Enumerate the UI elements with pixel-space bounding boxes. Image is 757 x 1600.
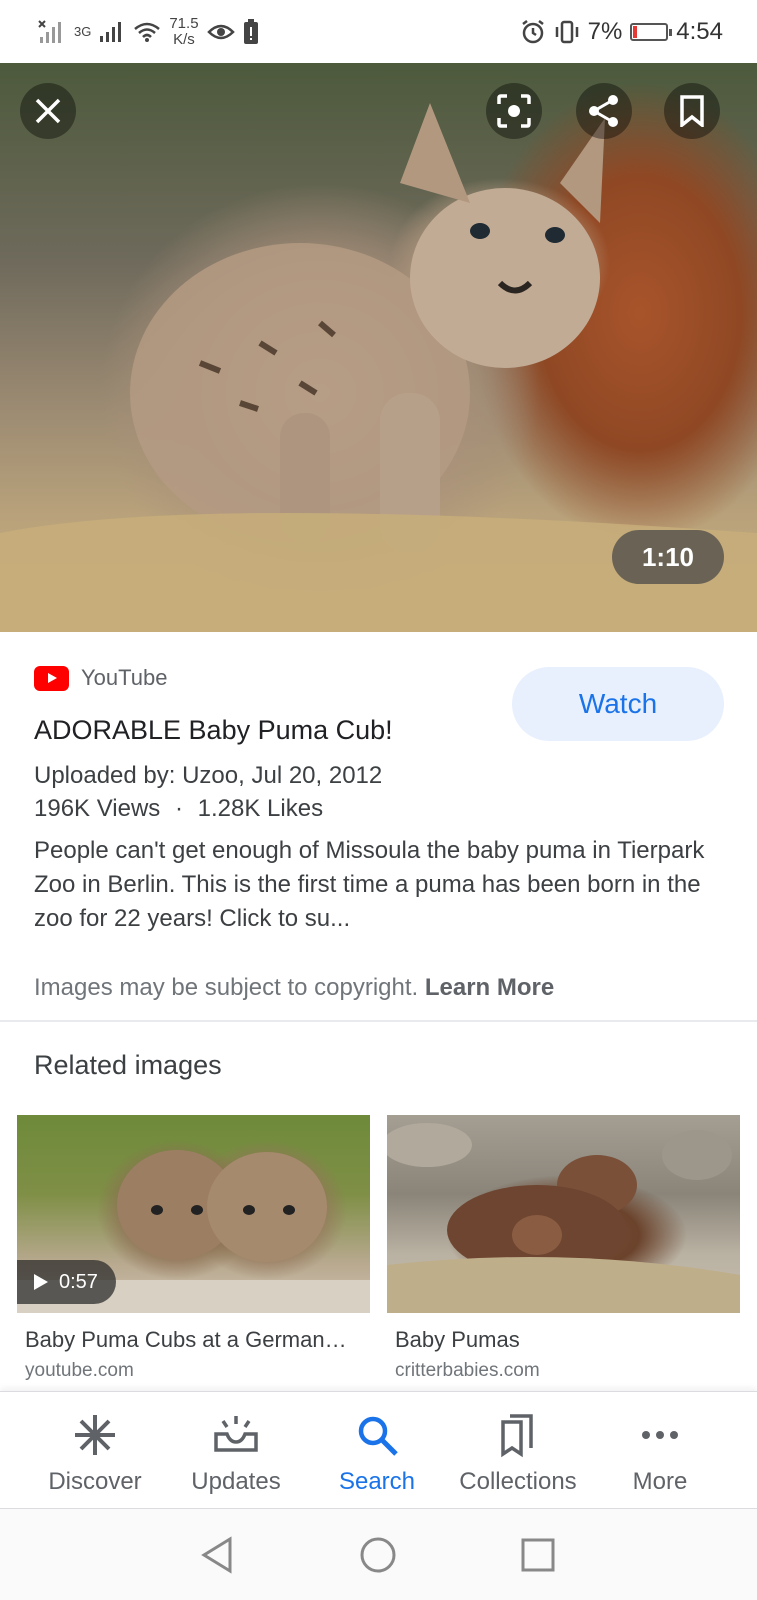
battery-icon: [630, 22, 673, 41]
nav-more[interactable]: More: [590, 1392, 730, 1508]
clock: 4:54: [676, 17, 723, 45]
speed-unit: K/s: [173, 30, 195, 48]
lens-button[interactable]: [486, 83, 542, 139]
related-title-1[interactable]: Baby Puma Cubs at a German…: [25, 1327, 347, 1353]
learn-more-link[interactable]: Learn More: [425, 974, 554, 1001]
alarm-icon: [521, 19, 544, 43]
close-button[interactable]: [20, 83, 76, 139]
stats-row: 196K Views · 1.28K Likes: [34, 795, 323, 823]
nav-search[interactable]: Search: [307, 1392, 447, 1508]
nav-search-label: Search: [338, 1468, 416, 1495]
nav-more-label: More: [632, 1468, 688, 1495]
home-icon[interactable]: [356, 1533, 400, 1577]
status-left: 3G 71.5 K/s: [38, 14, 259, 48]
close-icon: [35, 98, 61, 124]
back-icon[interactable]: [196, 1533, 240, 1577]
share-icon: [589, 95, 618, 127]
upload-info: Uploaded by: Uzoo, Jul 20, 2012: [34, 762, 383, 789]
related-thumbnail-1[interactable]: 0:57: [17, 1115, 370, 1313]
video-description: People can't get enough of Missoula the …: [34, 837, 705, 932]
lens-icon: [497, 94, 531, 128]
network-speed: 71.5 K/s: [169, 14, 199, 48]
bookmark-button[interactable]: [664, 83, 720, 139]
video-duration-pill: 0:57: [17, 1260, 116, 1304]
network-type: 3G: [74, 24, 92, 39]
nav-discover[interactable]: Discover: [25, 1392, 165, 1508]
eye-icon: [206, 24, 235, 39]
related-source-2: critterbabies.com: [395, 1360, 540, 1381]
related-images-heading: Related images: [34, 1050, 222, 1080]
nav-discover-label: Discover: [48, 1468, 142, 1495]
watch-button[interactable]: Watch: [512, 667, 724, 741]
source-row[interactable]: YouTube: [34, 665, 167, 691]
puma-cubs-rocks-thumbnail: [387, 1123, 740, 1313]
related-title-2[interactable]: Baby Pumas: [395, 1327, 520, 1353]
related-source-1: youtube.com: [25, 1360, 134, 1381]
vibrate-icon: [555, 20, 578, 43]
copyright-text: Images may be subject to copyright.: [34, 974, 419, 1001]
nav-updates[interactable]: Updates: [166, 1392, 306, 1508]
system-navigation-bar: [0, 1509, 757, 1600]
asterisk-icon: [75, 1415, 115, 1455]
copyright-notice: Images may be subject to copyright. Lear…: [34, 974, 554, 1002]
collections-icon: [501, 1414, 533, 1458]
signal-off-icon: [38, 19, 61, 43]
recents-icon[interactable]: [516, 1533, 560, 1577]
status-right: 7% 4:54: [520, 18, 723, 46]
speed-value: 71.5: [169, 14, 199, 32]
youtube-icon: [34, 665, 69, 691]
battery-alert-icon: [243, 18, 258, 44]
video-title[interactable]: ADORABLE Baby Puma Cub!: [34, 715, 393, 746]
nav-collections-label: Collections: [459, 1468, 577, 1495]
bottom-navigation: Discover Updates Search Collections More: [0, 1391, 757, 1509]
likes-count: 1.28K Likes: [197, 795, 324, 822]
nav-collections[interactable]: Collections: [448, 1392, 588, 1508]
battery-percent: 7%: [587, 17, 623, 45]
wifi-icon: [134, 22, 161, 42]
more-dots-icon: [642, 1431, 678, 1439]
views-count: 196K Views: [34, 795, 161, 822]
updates-icon: [214, 1416, 258, 1452]
search-icon: [358, 1416, 398, 1456]
video-duration-badge: 1:10: [612, 530, 724, 584]
play-icon: [34, 1274, 48, 1290]
related-thumbnail-2[interactable]: [387, 1115, 740, 1313]
nav-updates-label: Updates: [191, 1468, 281, 1495]
source-name: YouTube: [81, 665, 168, 690]
section-divider: [0, 1020, 757, 1022]
bookmark-icon: [680, 95, 704, 127]
share-button[interactable]: [576, 83, 632, 139]
signal-icon: [100, 21, 122, 42]
status-bar: 3G 71.5 K/s 7% 4:54: [0, 0, 757, 63]
hero-image[interactable]: 1:10: [0, 63, 757, 632]
related-duration: 0:57: [59, 1270, 98, 1293]
stats-separator: ·: [174, 795, 183, 822]
